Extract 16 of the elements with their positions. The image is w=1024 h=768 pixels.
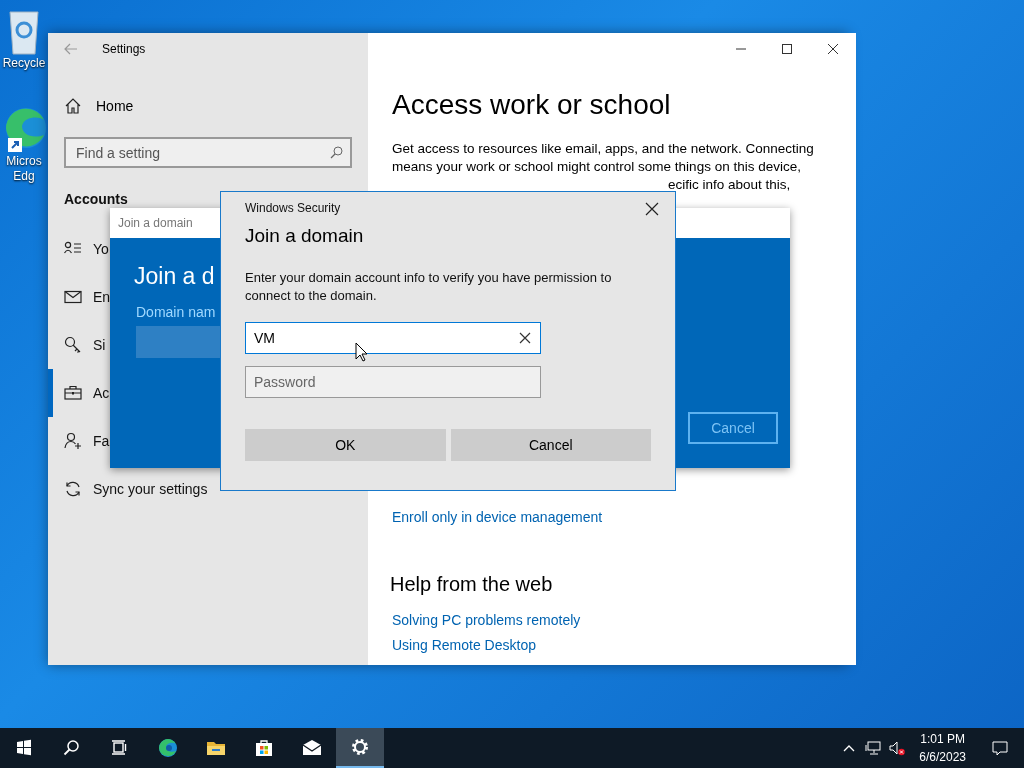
dialog-caption: Windows Security <box>245 201 342 215</box>
dialog-message: Enter your domain account info to verify you have permission to connect to the domain. <box>245 269 613 305</box>
clock-date: 6/6/2023 <box>919 749 966 766</box>
page-title: Access work or school <box>392 89 672 121</box>
description-text: ecific info about this, <box>668 176 791 194</box>
window-title: Settings <box>102 42 146 56</box>
desktop-icon-label: Micros <box>6 154 42 169</box>
panel-title: Join a domain <box>118 216 193 230</box>
clock-time: 1:01 PM <box>920 731 965 748</box>
section-heading: Accounts <box>64 191 128 207</box>
section-heading: Help from the web <box>390 573 554 596</box>
desktop-icon-label: Recycle <box>2 56 46 71</box>
desktop-icon-label: Edg <box>13 169 35 184</box>
field-label: Domain nam <box>136 304 216 320</box>
dialog-title: Join a domain <box>245 225 365 247</box>
panel-heading: Join a d <box>134 263 215 290</box>
